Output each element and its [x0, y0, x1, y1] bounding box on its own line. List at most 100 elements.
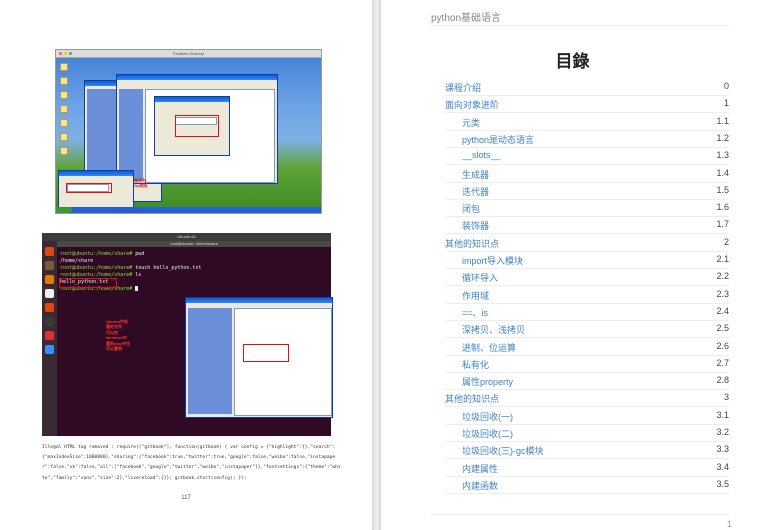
toc-entry-number: 2.6 — [716, 340, 729, 351]
toc-entry-number: 1.2 — [716, 132, 729, 143]
toc-entry[interactable]: 面向对象进阶 1 — [445, 96, 729, 114]
run-dialog — [154, 96, 230, 156]
right-page: python基础语言 目錄 课程介绍 0 面向对象进阶 1 元类 1.1 python是动态… — [381, 0, 764, 530]
app-icon — [45, 331, 54, 340]
toc-entry[interactable]: 垃圾回收(三)-gc模块 3.3 — [445, 442, 729, 460]
toc-entry[interactable]: 垃圾回收(二) 3.2 — [445, 425, 729, 442]
toc-entry-number: 2.5 — [716, 323, 729, 334]
toc-entry[interactable]: import导入模块 2.1 — [445, 252, 729, 269]
book-header: python基础语言 — [431, 13, 502, 24]
toc-entry-label[interactable]: 进制、位运算 — [445, 341, 516, 354]
toc-entry-number: 2 — [723, 236, 729, 247]
terminal-icon — [45, 317, 54, 326]
toc-entry-number: 3.4 — [716, 461, 729, 472]
terminal-title-bar: root@ubuntu: /home/share — [57, 241, 331, 247]
settings-icon — [45, 345, 54, 354]
toc-entry[interactable]: python是动态语言 1.2 — [445, 131, 729, 148]
left-page: Parallels Desktop 格式为: \\ip地址 Ubuntu 64 … — [0, 0, 372, 530]
xp-taskbar — [56, 207, 321, 213]
toc-entry-label[interactable]: 深拷贝、浅拷贝 — [445, 323, 525, 336]
xp-start-button — [56, 207, 72, 213]
toc-entry-label[interactable]: 课程介绍 — [445, 81, 481, 94]
toc-entry-label[interactable]: 私有化 — [445, 358, 489, 371]
toc-entry-number: 3.3 — [716, 444, 729, 455]
toc-entry-label[interactable]: 循环导入 — [445, 271, 498, 284]
toc-entry-label[interactable]: __slots__ — [445, 150, 501, 160]
toc-entry[interactable]: 内建函数 3.5 — [445, 477, 729, 494]
desktop-icon — [60, 91, 68, 99]
toc-entry-label[interactable]: 属性property — [445, 375, 513, 388]
footer-divider — [431, 514, 729, 515]
toc-entry[interactable]: 课程介绍 0 — [445, 79, 729, 96]
illegal-tag-caption: Illegal HTML tag removed : require(["git… — [42, 445, 341, 481]
toc-entry[interactable]: 其他的知识点 2 — [445, 235, 729, 252]
toc-entry-number: 1.4 — [716, 167, 729, 178]
toc-entry-number: 1.1 — [716, 115, 729, 126]
toc-title: 目錄 — [555, 52, 590, 72]
xp-annotation: 格式为: \\ip地址 — [134, 178, 148, 188]
toc-entry-label[interactable]: 垃圾回收(一) — [445, 410, 513, 423]
terminal-line: /home/share — [60, 258, 94, 264]
toc-entry[interactable]: 垃圾回收(一) 3.1 — [445, 408, 729, 425]
terminal-highlight-box — [59, 278, 117, 288]
toc-entry-label[interactable]: 其他的知识点 — [445, 392, 499, 405]
toc-entry-number: 0 — [723, 81, 729, 91]
toc-entry-number: 3.1 — [716, 409, 729, 420]
ubuntu-top-bar: Ubuntu 64 — [42, 233, 331, 241]
toc-entry[interactable]: 循环导入 2.2 — [445, 269, 729, 287]
windows-share-window — [185, 297, 333, 418]
left-page-number: 117 — [181, 495, 191, 501]
desktop-icon — [60, 133, 68, 141]
toc-entry-label[interactable]: import导入模块 — [445, 254, 523, 267]
toc-entry-label[interactable]: 生成器 — [445, 168, 489, 181]
toc-entry-label[interactable]: 作用域 — [445, 289, 489, 302]
toc-entry[interactable]: 迭代器 1.5 — [445, 183, 729, 200]
toc-entry-number: 3 — [723, 392, 729, 403]
firefox-icon — [45, 275, 54, 284]
toc-entry-number: 2.1 — [716, 254, 729, 264]
toc-entry-label[interactable]: 内建属性 — [445, 462, 498, 475]
toc-entry-number: 2.7 — [716, 357, 729, 368]
header-divider — [431, 25, 729, 26]
toc-entry-number: 3.5 — [716, 478, 729, 489]
ubuntu-annotation: Ubuntu中创 建的文件, 可以在 windows中 看到mac中也 可以看到 — [106, 319, 131, 352]
toc-entry[interactable]: 闭包 1.6 — [445, 200, 729, 218]
parallels-title-bar: Parallels Desktop — [56, 50, 321, 58]
toc-entry[interactable]: 属性property 2.8 — [445, 373, 729, 391]
toc-entry-label[interactable]: 装饰器 — [445, 219, 489, 232]
terminal-line: root@ubuntu:/home/share# pwd — [60, 251, 145, 257]
toc-entry[interactable]: 内建属性 3.4 — [445, 460, 729, 477]
right-page-number: 1 — [726, 519, 732, 529]
toc-entry-label[interactable]: 垃圾回收(二) — [445, 427, 513, 440]
toc-entry-label[interactable]: 面向对象进阶 — [445, 98, 499, 111]
toc-entry-number: 2.3 — [716, 288, 729, 299]
toc-entry[interactable]: 其他的知识点 3 — [445, 390, 729, 408]
toc-entry-label[interactable]: 内建函数 — [445, 479, 498, 492]
address-dialog — [58, 170, 134, 208]
parallels-window-title: Parallels Desktop — [172, 51, 205, 56]
toc-entry-label[interactable]: 垃圾回收(三)-gc模块 — [445, 444, 544, 457]
toc-entry-label[interactable]: 迭代器 — [445, 185, 489, 198]
files-icon — [45, 261, 54, 270]
toc-entry-number: 3.2 — [716, 427, 729, 437]
software-icon — [45, 303, 54, 312]
desktop-icon — [60, 105, 68, 113]
toc-entry[interactable]: 元类 1.1 — [445, 114, 729, 131]
toc-entry[interactable]: 装饰器 1.7 — [445, 217, 729, 235]
toc-entry[interactable]: 私有化 2.7 — [445, 356, 729, 373]
toc-entry-number: 2.4 — [716, 305, 729, 316]
toc-entry-label[interactable]: 其他的知识点 — [445, 237, 499, 250]
toc-entry[interactable]: __slots__ 1.3 — [445, 148, 729, 166]
toc-entry[interactable]: 作用域 2.3 — [445, 287, 729, 304]
ubuntu-dash-icon — [45, 247, 54, 256]
toc-entry-label[interactable]: 元类 — [445, 116, 480, 129]
toc-entry-label[interactable]: ==、is — [445, 306, 488, 319]
toc-entry[interactable]: 进制、位运算 2.6 — [445, 339, 729, 356]
toc-entry[interactable]: 生成器 1.4 — [445, 166, 729, 183]
desktop-icon — [60, 147, 68, 155]
office-icon — [45, 289, 54, 298]
toc-entry[interactable]: 深拷贝、浅拷贝 2.5 — [445, 321, 729, 339]
toc-entry-label[interactable]: python是动态语言 — [445, 133, 534, 146]
toc-entry-label[interactable]: 闭包 — [445, 202, 480, 215]
toc-entry[interactable]: ==、is 2.4 — [445, 304, 729, 321]
